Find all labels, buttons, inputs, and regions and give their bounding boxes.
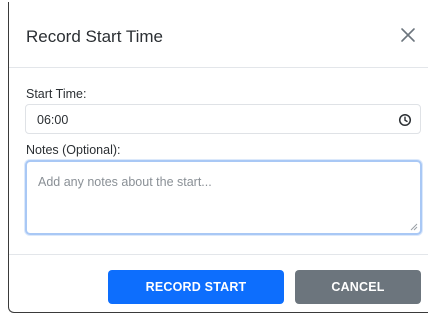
footer-divider xyxy=(9,254,428,255)
notes-placeholder: Add any notes about the start... xyxy=(38,175,212,189)
dialog-header: Record Start Time xyxy=(9,2,428,68)
record-start-dialog: Record Start Time Start Time: 06:00 Note… xyxy=(8,2,428,313)
record-start-button[interactable]: RECORD START xyxy=(108,270,284,304)
clock-icon[interactable] xyxy=(398,113,412,127)
cancel-button[interactable]: CANCEL xyxy=(295,270,421,304)
start-time-input[interactable]: 06:00 xyxy=(25,104,421,134)
close-icon xyxy=(401,28,415,42)
page: Record Start Time Start Time: 06:00 Note… xyxy=(0,0,428,318)
resize-grip-icon[interactable] xyxy=(410,223,418,231)
notes-label: Notes (Optional): xyxy=(26,143,121,157)
dialog-title: Record Start Time xyxy=(26,27,163,46)
start-time-label: Start Time: xyxy=(26,87,87,101)
start-time-value: 06:00 xyxy=(37,113,69,127)
close-button[interactable] xyxy=(399,26,417,44)
notes-textarea[interactable]: Add any notes about the start... xyxy=(25,160,422,235)
